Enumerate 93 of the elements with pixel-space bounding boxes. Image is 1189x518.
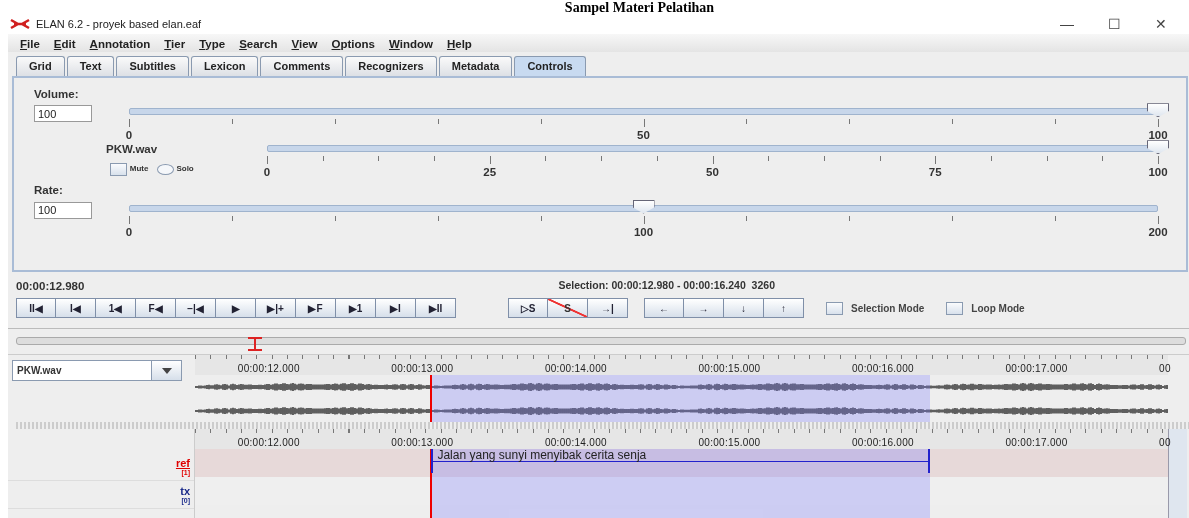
tab[interactable]: Metadata <box>438 56 513 76</box>
slider-thumb[interactable] <box>1147 140 1169 155</box>
time-scrollbar[interactable] <box>16 337 1186 345</box>
tab[interactable]: Text <box>66 56 115 76</box>
tab[interactable]: Recognizers <box>345 56 437 76</box>
crosshair-line <box>430 375 433 422</box>
tab[interactable]: Comments <box>260 56 344 76</box>
slider-thumb[interactable] <box>1147 103 1169 118</box>
player-button[interactable]: ▶|+ <box>256 298 296 319</box>
player-button[interactable]: 1◀ <box>96 298 136 319</box>
mode-checkbox[interactable] <box>946 301 964 315</box>
close-button[interactable]: ✕ <box>1155 13 1167 35</box>
solo-radio[interactable] <box>156 163 174 175</box>
mode-label: Loop Mode <box>971 301 1025 316</box>
app-logo-icon <box>10 18 30 30</box>
menu-item[interactable]: Options <box>331 36 375 52</box>
tab[interactable]: Grid <box>16 56 65 76</box>
tick-label: 200 <box>1148 224 1168 240</box>
player-button[interactable]: ▶ <box>216 298 256 319</box>
tier-name[interactable]: ref <box>8 453 190 469</box>
tier-name[interactable]: tx <box>8 481 190 497</box>
track-name: PKW.wav <box>106 142 159 158</box>
time-label: 00:00:16.000 <box>851 362 914 376</box>
volume-field[interactable]: 100 <box>34 105 92 123</box>
tick-label: 100 <box>1148 165 1168 181</box>
time-label: 00 <box>1159 436 1171 450</box>
crosshair-marker-icon <box>248 337 262 351</box>
solo-label: Solo <box>176 163 194 175</box>
maximize-button[interactable]: ☐ <box>1108 13 1121 35</box>
selection-button[interactable]: ▷S <box>508 298 548 319</box>
vertical-scrollbar[interactable] <box>1168 429 1187 518</box>
time-label: 00:00:12.000 <box>237 362 300 376</box>
menu-item[interactable]: Window <box>389 36 433 52</box>
tick-label: 25 <box>483 165 497 181</box>
player-button[interactable]: ▶F <box>296 298 336 319</box>
current-time: 00:00:12.980 <box>16 279 85 294</box>
navigation-button[interactable]: ↑ <box>764 298 804 319</box>
navigation-button[interactable]: → <box>684 298 724 319</box>
player-button[interactable]: ▶II <box>416 298 456 319</box>
menu-item[interactable]: Edit <box>53 36 76 52</box>
time-label: 00:00:14.000 <box>544 436 607 450</box>
player-button[interactable]: I◀ <box>56 298 96 319</box>
player-button[interactable]: −|◀ <box>176 298 216 319</box>
time-label: 00:00:17.000 <box>1005 362 1068 376</box>
tick-label: 0 <box>263 165 271 181</box>
time-label: 00:00:12.000 <box>237 436 300 450</box>
menu-item[interactable]: View <box>291 36 318 52</box>
player-button[interactable]: ▶I <box>376 298 416 319</box>
mute-checkbox[interactable] <box>110 162 127 176</box>
crosshair-line <box>430 449 433 518</box>
tab[interactable]: Controls <box>514 56 586 76</box>
tick-label: 50 <box>637 128 650 144</box>
player-button[interactable]: ▶1 <box>336 298 376 319</box>
time-label: 00 <box>1159 362 1171 376</box>
rate-label: Rate: <box>34 183 64 199</box>
tick-label: 50 <box>706 165 719 181</box>
time-label: 00:00:17.000 <box>1005 436 1068 450</box>
volume-label: Volume: <box>34 87 80 102</box>
time-label: 00:00:14.000 <box>544 362 607 376</box>
menu-item[interactable]: Annotation <box>89 36 151 52</box>
panel-splitter[interactable] <box>16 422 1189 429</box>
tick-label: 0 <box>125 128 133 144</box>
page-heading: Sampel Materi Pelatihan <box>563 0 716 14</box>
navigation-button[interactable]: ← <box>644 298 684 319</box>
mute-label: Mute <box>129 163 149 175</box>
menu-item[interactable]: Search <box>239 36 278 52</box>
navigation-button[interactable]: ↓ <box>724 298 764 319</box>
rate-field[interactable]: 100 <box>34 201 92 219</box>
window-title: ELAN 6.2 - proyek based elan.eaf <box>36 16 202 32</box>
time-label: 00:00:16.000 <box>851 436 914 450</box>
tick-label: 100 <box>1148 128 1168 144</box>
menu-item[interactable]: File <box>20 36 40 52</box>
tab[interactable]: Subtitles <box>116 56 189 76</box>
menu-item[interactable]: Type <box>199 36 226 52</box>
selection-info: Selection: 00:00:12.980 - 00:00:16.240 3260 <box>558 278 775 293</box>
annotation[interactable]: Jalan yang sunyi menyibak cerita senja <box>431 449 930 473</box>
media-dropdown[interactable]: PKW.wav <box>12 360 182 381</box>
tick-label: 0 <box>125 224 133 240</box>
time-label: 00:00:15.000 <box>698 362 761 376</box>
mode-label: Selection Mode <box>851 301 925 316</box>
tick-label: 100 <box>633 224 654 240</box>
minimize-button[interactable]: — <box>1060 13 1074 35</box>
menu-item[interactable]: Help <box>446 36 472 52</box>
time-label: 00:00:13.000 <box>391 436 454 450</box>
time-label: 00:00:13.000 <box>391 362 454 376</box>
time-label: 00:00:15.000 <box>698 436 761 450</box>
menu-item[interactable]: Tier <box>164 36 186 52</box>
tab[interactable]: Lexicon <box>190 56 259 76</box>
player-button[interactable]: F◀ <box>136 298 176 319</box>
mode-checkbox[interactable] <box>826 301 843 315</box>
player-button[interactable]: II◀ <box>16 298 56 319</box>
selection-button[interactable]: →| <box>588 298 628 319</box>
tick-label: 75 <box>928 165 942 181</box>
